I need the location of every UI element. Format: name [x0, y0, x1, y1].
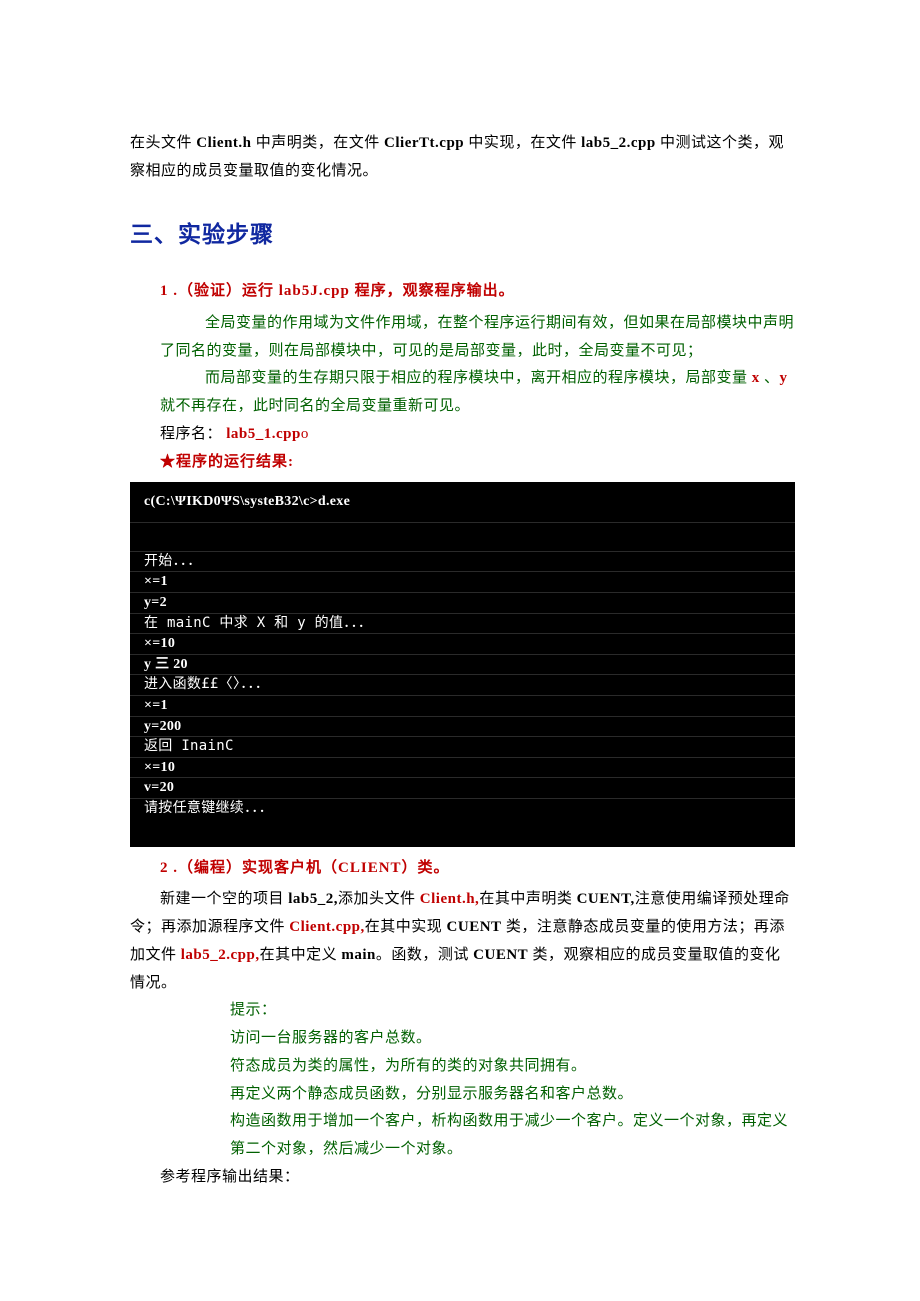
bt-a: 新建一个空的项目 [160, 891, 284, 907]
hint-block: 提示： 访问一台服务器的客户总数。 符态成员为类的属性，为所有的类的对象共同拥有… [130, 997, 795, 1164]
bt-j: CUENT [442, 919, 501, 935]
console-row-text: ×=10 [144, 636, 175, 651]
step1-green2-b: 、 [764, 370, 780, 386]
console-row-text: ×=1 [144, 574, 168, 589]
bt-o: 。函数，测试 [376, 947, 469, 963]
step1-dot: .（验证）运行 [169, 283, 275, 299]
bt-e: 在其中声明类 [479, 891, 572, 907]
step1-var-y: y [780, 370, 788, 386]
intro-paragraph: 在头文件 Client.h 中声明类，在文件 ClierTt.cpp 中实现，在… [130, 130, 795, 186]
intro-text-c: 中声明类，在文件 [256, 135, 380, 151]
bt-m: 在其中定义 [260, 947, 338, 963]
hint-4: 构造函数用于增加一个客户，析构函数用于减少一个客户。定义一个对象，再定义第二个对… [230, 1108, 795, 1164]
console-row-text: ×=10 [144, 760, 175, 775]
bt-c: 添加头文件 [338, 891, 416, 907]
console-row: ×=1 [130, 572, 795, 593]
step1-green2-c: 就不再存在，此时同名的全局变量重新可见。 [160, 398, 470, 414]
bt-b: lab5_2, [284, 891, 338, 907]
program-name-suffix: o [301, 426, 309, 442]
step1-green-para2: 而局部变量的生存期只限于相应的程序模块中，离开相应的程序模块，局部变量 x 、y… [160, 365, 795, 421]
console-row: 进入函数££〈〉．．． [130, 675, 795, 696]
step2-dot: .（编程）实现客户机（ [169, 860, 339, 876]
step1-green2-a: 而局部变量的生存期只限于相应的程序模块中，离开相应的程序模块，局部变量 [205, 370, 748, 386]
hint-2: 符态成员为类的属性，为所有的类的对象共同拥有。 [230, 1053, 795, 1081]
console-row: y=200 [130, 717, 795, 738]
star-icon: ★ [160, 454, 176, 470]
console-row: v=20 [130, 778, 795, 799]
console-row: 返回 InainC [130, 737, 795, 758]
step2-tail: ）类。 [402, 860, 450, 876]
console-row: ×=10 [130, 758, 795, 779]
bt-d: Client.h, [416, 891, 480, 907]
step1-heading: 1 .（验证）运行 lab5J.cpp 程序，观察程序输出。 [160, 278, 795, 306]
console-title-bar: c(C:\ΨIKD0ΨS\systeB32\c>d.exe [130, 482, 795, 523]
intro-text-e: 中实现，在文件 [468, 135, 577, 151]
reference-output-label: 参考程序输出结果： [160, 1164, 795, 1192]
hint-label: 提示： [230, 997, 795, 1025]
bt-i: 在其中实现 [365, 919, 443, 935]
step1-tail: 程序，观察程序输出。 [355, 283, 515, 299]
hint-1: 访问一台服务器的客户总数。 [230, 1025, 795, 1053]
intro-file-cliertt-cpp: ClierTt.cpp [384, 135, 464, 151]
step1-num: 1 [160, 283, 169, 299]
console-row: 在 mainC 中求 X 和 y 的值．．． [130, 614, 795, 635]
program-name-value: lab5_1.cpp [226, 426, 301, 442]
console-row-text: ×=1 [144, 698, 168, 713]
program-name-label: 程序名： [160, 426, 222, 442]
step1-program: lab5J.cpp [279, 283, 350, 299]
step2-num: 2 [160, 860, 169, 876]
document-page: 在头文件 Client.h 中声明类，在文件 ClierTt.cpp 中实现，在… [0, 0, 920, 1252]
intro-file-lab5-2-cpp: lab5_2.cpp [581, 135, 656, 151]
bt-l: lab5_2.cpp, [177, 947, 260, 963]
console-row-text: y=200 [144, 719, 181, 734]
run-result-label: ★程序的运行结果: [160, 449, 795, 477]
step2-heading: 2 .（编程）实现客户机（CLIENT）类。 [160, 855, 795, 883]
step1-green-para1: 全局变量的作用域为文件作用域，在整个程序运行期间有效，但如果在局部模块中声明了同… [160, 310, 795, 366]
intro-file-client-h: Client.h [196, 135, 251, 151]
console-row-continue: 请按任意键继续．．． [130, 799, 795, 819]
step2-client: CLIENT [338, 860, 402, 876]
intro-text-a: 在头文件 [130, 135, 192, 151]
console-blank [130, 523, 795, 552]
bt-f: CUENT, [572, 891, 634, 907]
bt-n: main [337, 947, 376, 963]
console-row: ×=1 [130, 696, 795, 717]
step1-green1-text: 全局变量的作用域为文件作用域，在整个程序运行期间有效，但如果在局部模块中声明了同… [160, 315, 794, 359]
console-end [130, 819, 795, 847]
section-heading-steps: 三、实验步骤 [130, 214, 795, 257]
console-row: ×=10 [130, 634, 795, 655]
console-row-text: v=20 [144, 780, 174, 795]
program-name-line: 程序名： lab5_1.cppo [160, 421, 795, 449]
bt-p: CUENT [469, 947, 528, 963]
console-row: y=2 [130, 593, 795, 614]
bt-h: Client.cpp, [285, 919, 365, 935]
console-row-text: y=2 [144, 595, 167, 610]
console-row-text: y 三 20 [144, 657, 188, 672]
console-row: y 三 20 [130, 655, 795, 676]
step1-var-x: x [748, 370, 765, 386]
run-result-text: 程序的运行结果: [176, 454, 294, 470]
step2-body: 新建一个空的项目 lab5_2,添加头文件 Client.h,在其中声明类 CU… [130, 886, 795, 997]
hint-3: 再定义两个静态成员函数，分别显示服务器名和客户总数。 [230, 1081, 795, 1109]
console-output: c(C:\ΨIKD0ΨS\systeB32\c>d.exe 开始．．． ×=1 … [130, 482, 795, 846]
console-row-start: 开始．．． [130, 552, 795, 573]
